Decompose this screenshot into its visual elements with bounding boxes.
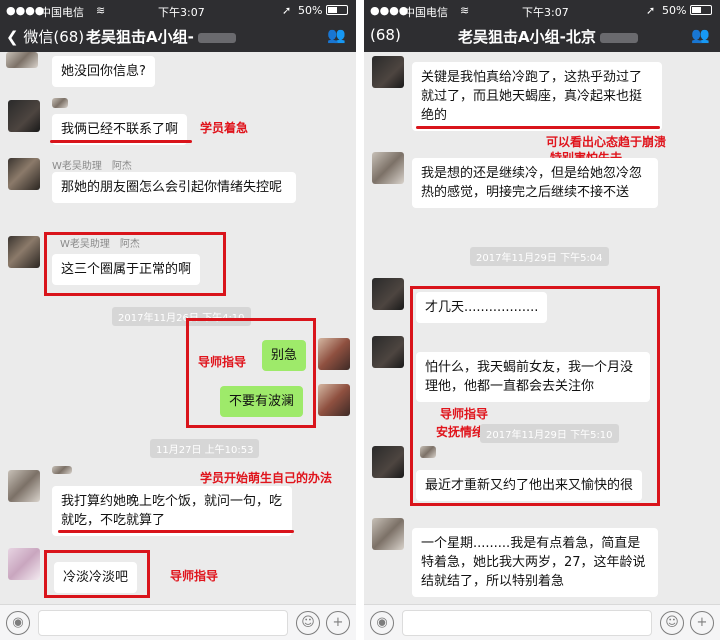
avatar-self[interactable] (318, 338, 350, 370)
plus-icon[interactable]: + (690, 611, 714, 635)
annotation-box (186, 318, 316, 428)
avatar[interactable] (372, 518, 404, 550)
annotation-label: 可以看出心态趋于崩溃 (546, 135, 667, 149)
battery-icon (326, 5, 348, 15)
chevron-left-icon: ❮ (6, 28, 19, 46)
wifi-icon: ≋ (96, 4, 106, 17)
signal-dots: ●●●● (370, 4, 409, 17)
redacted-block (599, 32, 638, 43)
avatar[interactable] (8, 470, 40, 502)
redacted-block (197, 32, 236, 43)
avatar[interactable] (372, 56, 404, 88)
emoji-icon[interactable]: ☺ (660, 611, 684, 635)
signal-dots: ●●●● (6, 4, 45, 17)
message-input[interactable] (402, 610, 652, 636)
emoji-icon[interactable]: ☺ (296, 611, 320, 635)
annotation-label: 学员开始萌生自己的办法 (200, 471, 333, 485)
annotation-box (44, 550, 150, 598)
nav-bar: (68) 老吴狙击A小组-北京 👥 (364, 20, 720, 52)
avatar[interactable] (8, 158, 40, 190)
message-bubble: 那她的朋友圈怎么会引起你情绪失控呢 (52, 172, 296, 203)
battery-text: 50% (662, 4, 687, 17)
avatar[interactable] (372, 152, 404, 184)
message-bubble: 关键是我怕真给冷跑了，这热乎劲过了就过了，而且她天蝎座，真冷起来也挺绝的 (412, 62, 662, 131)
message-bubble: 我是想的还是继续冷，但是给她忽冷忽热的感觉，明接完之后继续不接不送 (412, 158, 658, 208)
clock: 下午3:07 (522, 6, 569, 19)
sender-name: W老吴助理 阿杰 (52, 161, 132, 172)
location-icon: ➚ (646, 4, 656, 17)
back-button[interactable]: ❮ 微信(68) (6, 26, 84, 47)
annotation-label: 导师指导 (198, 355, 247, 369)
input-bar: ◉ ☺ + (0, 604, 356, 640)
back-label: (68) (370, 26, 401, 44)
annotation-box (44, 232, 226, 296)
chat-title: 老吴狙击A小组-北京 (458, 26, 638, 47)
annotation-label: 学员着急 (200, 121, 249, 135)
battery-icon (690, 5, 712, 15)
annotation-underline (58, 530, 294, 533)
avatar[interactable] (8, 548, 40, 580)
message-input[interactable] (38, 610, 288, 636)
voice-icon[interactable]: ◉ (6, 611, 30, 635)
message-bubble: 她没回你信息? (52, 56, 155, 87)
avatar[interactable] (6, 52, 38, 68)
timestamp: 11月27日 上午10:53 (150, 439, 260, 458)
screenshot-composite: ●●●● 中国电信 ≋ 下午3:07 ➚ 50% ❮ 微信(68) 老吴狙击A小… (0, 0, 720, 640)
sender-blur (52, 98, 68, 108)
avatar-self[interactable] (318, 384, 350, 416)
input-bar: ◉ ☺ + (364, 604, 720, 640)
location-icon: ➚ (282, 4, 292, 17)
avatar[interactable] (372, 336, 404, 368)
avatar[interactable] (372, 278, 404, 310)
plus-icon[interactable]: + (326, 611, 350, 635)
message-bubble: 我打算约她晚上吃个饭，就问一句，吃就吃，不吃就算了 (52, 486, 292, 536)
avatar[interactable] (372, 446, 404, 478)
timestamp: 2017年11月29日 下午5:04 (470, 247, 609, 266)
people-icon[interactable]: 👥 (691, 26, 710, 44)
status-bar: ●●●● 中国电信 ≋ 下午3:07 ➚ 50% (0, 0, 356, 20)
status-bar: ●●●● 中国电信 ≋ 下午3:07 ➚ 50% (364, 0, 720, 20)
people-icon[interactable]: 👥 (327, 26, 346, 44)
annotation-underline (416, 126, 660, 129)
left-chat-panel: ●●●● 中国电信 ≋ 下午3:07 ➚ 50% ❮ 微信(68) 老吴狙击A小… (0, 0, 356, 640)
message-bubble: 一个星期.........我是有点着急，简直是特着急，她比我大两岁，27，这年龄… (412, 528, 658, 597)
right-chat-panel: ●●●● 中国电信 ≋ 下午3:07 ➚ 50% (68) 老吴狙击A小组-北京… (364, 0, 720, 640)
panel-divider (356, 0, 364, 640)
wifi-icon: ≋ (460, 4, 470, 17)
avatar[interactable] (8, 100, 40, 132)
annotation-label: 导师指导 (170, 569, 219, 583)
sender-blur (52, 466, 72, 474)
voice-icon[interactable]: ◉ (370, 611, 394, 635)
battery-text: 50% (298, 4, 323, 17)
annotation-box (410, 286, 660, 506)
chat-title: 老吴狙击A小组- (86, 26, 236, 47)
back-label: 微信(68) (23, 28, 85, 46)
carrier: 中国电信 (404, 6, 448, 19)
carrier: 中国电信 (40, 6, 84, 19)
nav-bar: ❮ 微信(68) 老吴狙击A小组- 👥 (0, 20, 356, 52)
back-button[interactable]: (68) (370, 26, 401, 44)
annotation-underline (50, 140, 192, 143)
avatar[interactable] (8, 236, 40, 268)
clock: 下午3:07 (158, 6, 205, 19)
